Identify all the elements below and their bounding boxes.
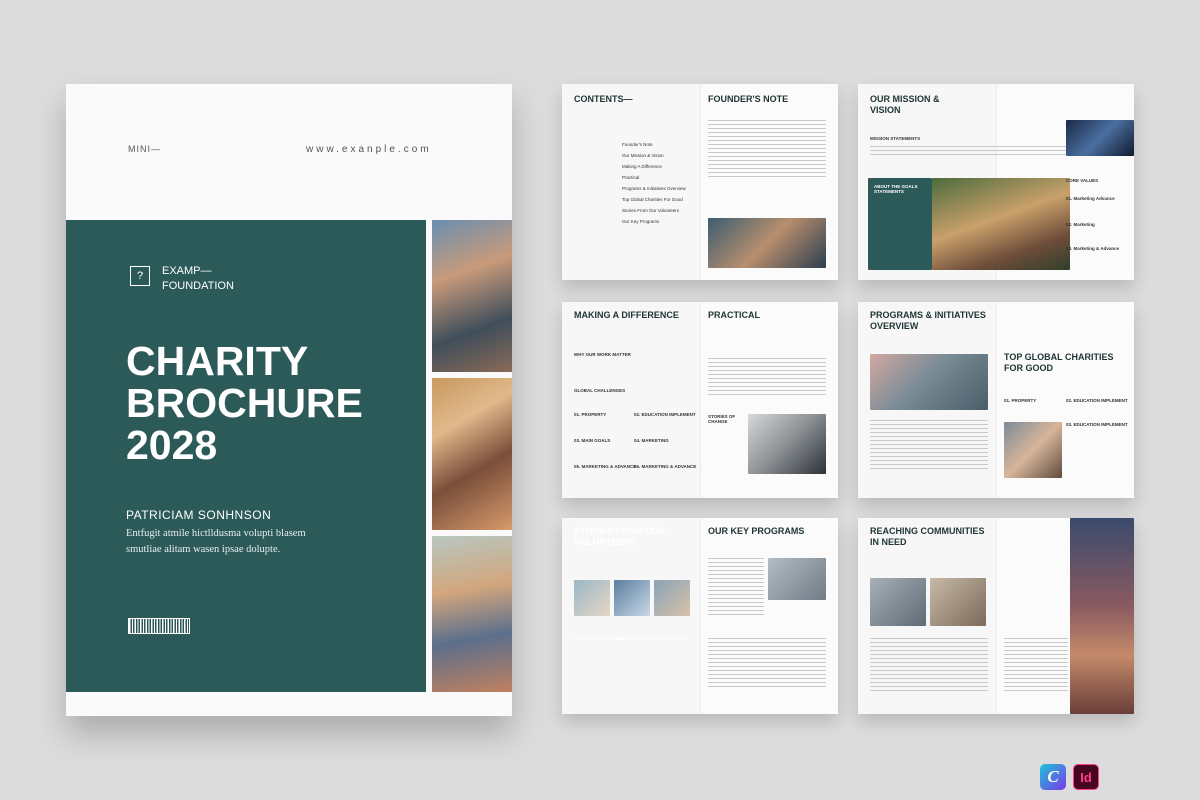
founders-note-heading: FOUNDER'S NOTE — [708, 94, 789, 104]
charity-item: 01. PROPERTY — [1004, 398, 1037, 403]
spread-communities: REACHING COMMUNITIES IN NEED — [858, 518, 1134, 714]
community-photo — [930, 578, 986, 626]
toc-item: Our Key Programs — [622, 219, 660, 224]
body-text — [1004, 638, 1068, 694]
stories-heading: STORIES FROM OUR VOLUNTEERS — [574, 526, 665, 547]
volunteer-name: LINDA BROWN — [654, 636, 687, 641]
spread-making-difference: MAKING A DIFFERENCE PRACTICAL WHY OUR WO… — [562, 302, 838, 498]
cover-author: PATRICIAM SONHNSON — [126, 508, 272, 522]
spread-contents: CONTENTS— FOUNDER'S NOTE Founder's Note … — [562, 84, 838, 280]
challenge-item: 05. MARKETING & ADVANCE — [574, 464, 637, 469]
core-values-label: CORE VALUES — [1066, 178, 1099, 183]
community-photo — [870, 578, 926, 626]
practical-heading: PRACTICAL — [708, 310, 760, 320]
making-difference-heading: MAKING A DIFFERENCE — [574, 310, 679, 320]
body-text — [708, 638, 826, 688]
cover-mini-label: MINI— — [128, 144, 161, 154]
toc-item: Founder's Note — [622, 142, 653, 147]
spread-stories: STORIES FROM OUR VOLUNTEERS PATRICIAM SO… — [562, 518, 838, 714]
challenge-item: 06. MARKETING & ADVANCE — [634, 464, 697, 469]
core-value-item: 02. Marketing — [1066, 222, 1095, 227]
girl-laptop-photo — [1004, 422, 1062, 478]
goals-box-title: ABOUT THE GOALS STATEMENTS — [874, 184, 918, 194]
foundation-logo-icon: ? — [130, 266, 150, 286]
toc-item: Practical — [622, 175, 640, 180]
candlelight-dinner-photo — [1070, 518, 1134, 714]
canva-icon: C — [1040, 764, 1066, 790]
toc-item: Our Mission & Vision — [622, 153, 664, 158]
volunteer-photo — [574, 580, 610, 616]
foundation-name: EXAMP— FOUNDATION — [162, 265, 234, 292]
volunteers-meeting-photo — [870, 354, 988, 410]
cover-photo-kids-walking — [432, 536, 512, 692]
communities-heading: REACHING COMMUNITIES IN NEED — [870, 526, 985, 547]
cover-title: CHARITY BROCHURE 2028 — [126, 338, 363, 468]
body-text — [708, 558, 764, 618]
laptop-woman-photo — [748, 414, 826, 474]
body-text — [708, 358, 826, 398]
indesign-icon: Id — [1073, 764, 1099, 790]
why-work-matters-label: WHY OUR WORK MATTER — [574, 352, 631, 357]
barcode-icon — [128, 618, 190, 634]
stories-of-change-label: STORIES OF CHANGE — [708, 414, 736, 424]
cover-photo-children-group — [432, 220, 512, 372]
core-value-item: 01. Marketing Advance — [1066, 196, 1115, 201]
brochure-cover: MINI— www.exanple.com ? EXAMP— FOUNDATIO… — [66, 84, 512, 716]
finance-photo — [1066, 120, 1134, 156]
volunteer-photo — [654, 580, 690, 616]
cover-photo-schoolkids — [432, 378, 512, 530]
body-text — [870, 420, 988, 470]
cover-description: Entfugit atmile hictlldusma volupti blas… — [126, 528, 306, 555]
outdoor-table-photo — [932, 178, 1070, 270]
volunteer-photo — [614, 580, 650, 616]
meeting-photo — [708, 218, 826, 268]
global-challenges-label: GLOBAL CHALLENGES — [574, 388, 626, 393]
toc-item: Stories From Our Volunteers — [622, 208, 680, 213]
charity-item: 03. EDUCATION IMPLEMENT — [1066, 422, 1128, 427]
toc-item: Making A Difference — [622, 164, 662, 169]
challenge-item: 03. MAIN GOALS — [574, 438, 611, 443]
team-photo — [768, 558, 826, 600]
cover-url: www.exanple.com — [306, 144, 432, 155]
contents-heading: CONTENTS— — [574, 94, 633, 104]
body-text — [708, 120, 826, 180]
toc-item: Top Global Charities For Good — [622, 197, 683, 202]
volunteer-name: ROBERT WILLIAM — [616, 636, 656, 641]
mission-statements-label: MISSION STATEMENTS — [870, 136, 921, 141]
core-value-item: 03. Marketing & Advance — [1066, 246, 1120, 251]
challenge-item: 04. MARKETING — [634, 438, 669, 443]
programs-heading: PROGRAMS & INITIATIVES OVERVIEW — [870, 310, 986, 331]
spread-programs: PROGRAMS & INITIATIVES OVERVIEW TOP GLOB… — [858, 302, 1134, 498]
top-charities-heading: TOP GLOBAL CHARITIES FOR GOOD — [1004, 352, 1114, 373]
body-text — [870, 638, 988, 694]
challenge-item: 02. EDUCATION IMPLEMENT — [634, 412, 696, 417]
challenge-item: 01. PROPERTY — [574, 412, 607, 417]
charity-item: 02. EDUCATION IMPLEMENT — [1066, 398, 1128, 403]
key-programs-heading: OUR KEY PROGRAMS — [708, 526, 805, 536]
toc-item: Programs & Initiatives Overview — [622, 186, 686, 191]
spread-mission: OUR MISSION & VISION MISSION STATEMENTS … — [858, 84, 1134, 280]
mission-heading: OUR MISSION & VISION — [870, 94, 940, 115]
